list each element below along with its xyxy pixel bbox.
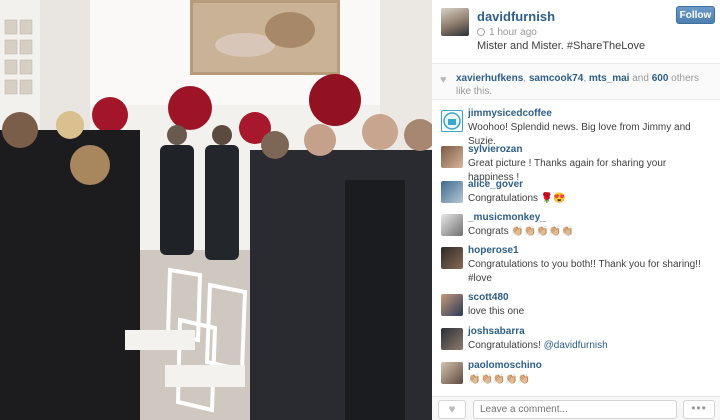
avatar[interactable] — [441, 294, 463, 316]
ellipsis-icon: ••• — [691, 401, 707, 415]
avatar[interactable] — [441, 110, 463, 132]
post-photo[interactable] — [0, 0, 432, 420]
comment-text: Congratulations 🌹😍 — [468, 193, 566, 204]
likes-count[interactable]: 600 — [652, 73, 669, 84]
avatar[interactable] — [441, 362, 463, 384]
comment-footer: ♥ ••• — [432, 396, 720, 420]
like-button[interactable]: ♥ — [438, 400, 466, 419]
heart-icon: ♥ — [440, 74, 447, 86]
comment-text: Congrats 👏🏼👏🏼👏🏼👏🏼👏🏼 — [468, 226, 574, 237]
comment-username[interactable]: hoperose1 — [468, 245, 519, 256]
heart-icon: ♥ — [448, 402, 456, 416]
post-caption: Mister and Mister. #ShareTheLove — [477, 40, 646, 52]
comment-text: Congratulations! @davidfurnish — [468, 339, 714, 353]
comment-username[interactable]: alice_gover — [468, 179, 523, 190]
avatar[interactable] — [441, 247, 463, 269]
comment-username[interactable]: scott480 — [468, 292, 509, 303]
liker-link[interactable]: mts_mai — [589, 73, 630, 84]
likes-bar: ♥ xavierhufkens, samcook74, mts_mai and … — [432, 63, 720, 100]
likes-summary: xavierhufkens, samcook74, mts_mai and 60… — [456, 73, 699, 97]
avatar[interactable] — [441, 328, 463, 350]
comment-text-body: Congratulations! — [468, 340, 544, 351]
wedding-photo-illustration — [0, 0, 432, 420]
comment-text: 👏🏼👏🏼👏🏼👏🏼👏🏼 — [468, 374, 531, 385]
comment-username[interactable]: sylvierozan — [468, 144, 522, 155]
clock-icon — [477, 28, 485, 36]
comment-username[interactable]: joshsabarra — [468, 326, 525, 337]
liker-link[interactable]: xavierhufkens — [456, 73, 523, 84]
post-sidebar: davidfurnish 1 hour ago Mister and Miste… — [432, 0, 720, 420]
avatar[interactable] — [441, 214, 463, 236]
comment-username[interactable]: paolomoschino — [468, 360, 542, 371]
avatar[interactable] — [441, 146, 463, 168]
post-time: 1 hour ago — [477, 27, 537, 38]
comment-input[interactable] — [473, 400, 677, 419]
avatar[interactable] — [441, 181, 463, 203]
follow-button[interactable]: Follow — [676, 6, 715, 24]
more-options-button[interactable]: ••• — [683, 400, 715, 419]
post-username[interactable]: davidfurnish — [477, 9, 555, 24]
liker-link[interactable]: samcook74 — [529, 73, 583, 84]
post-header: davidfurnish 1 hour ago Mister and Miste… — [432, 0, 720, 62]
comment-username[interactable]: _musicmonkey_ — [468, 212, 546, 223]
comment-text: love this one — [468, 306, 525, 317]
post-time-text: 1 hour ago — [489, 27, 537, 38]
coffee-logo-icon — [443, 112, 461, 130]
mention-link[interactable]: @davidfurnish — [544, 340, 608, 351]
comment-username[interactable]: jimmysicedcoffee — [468, 108, 552, 119]
comment-text: Congratulations to you both!! Thank you … — [468, 259, 701, 284]
avatar[interactable] — [441, 8, 469, 36]
